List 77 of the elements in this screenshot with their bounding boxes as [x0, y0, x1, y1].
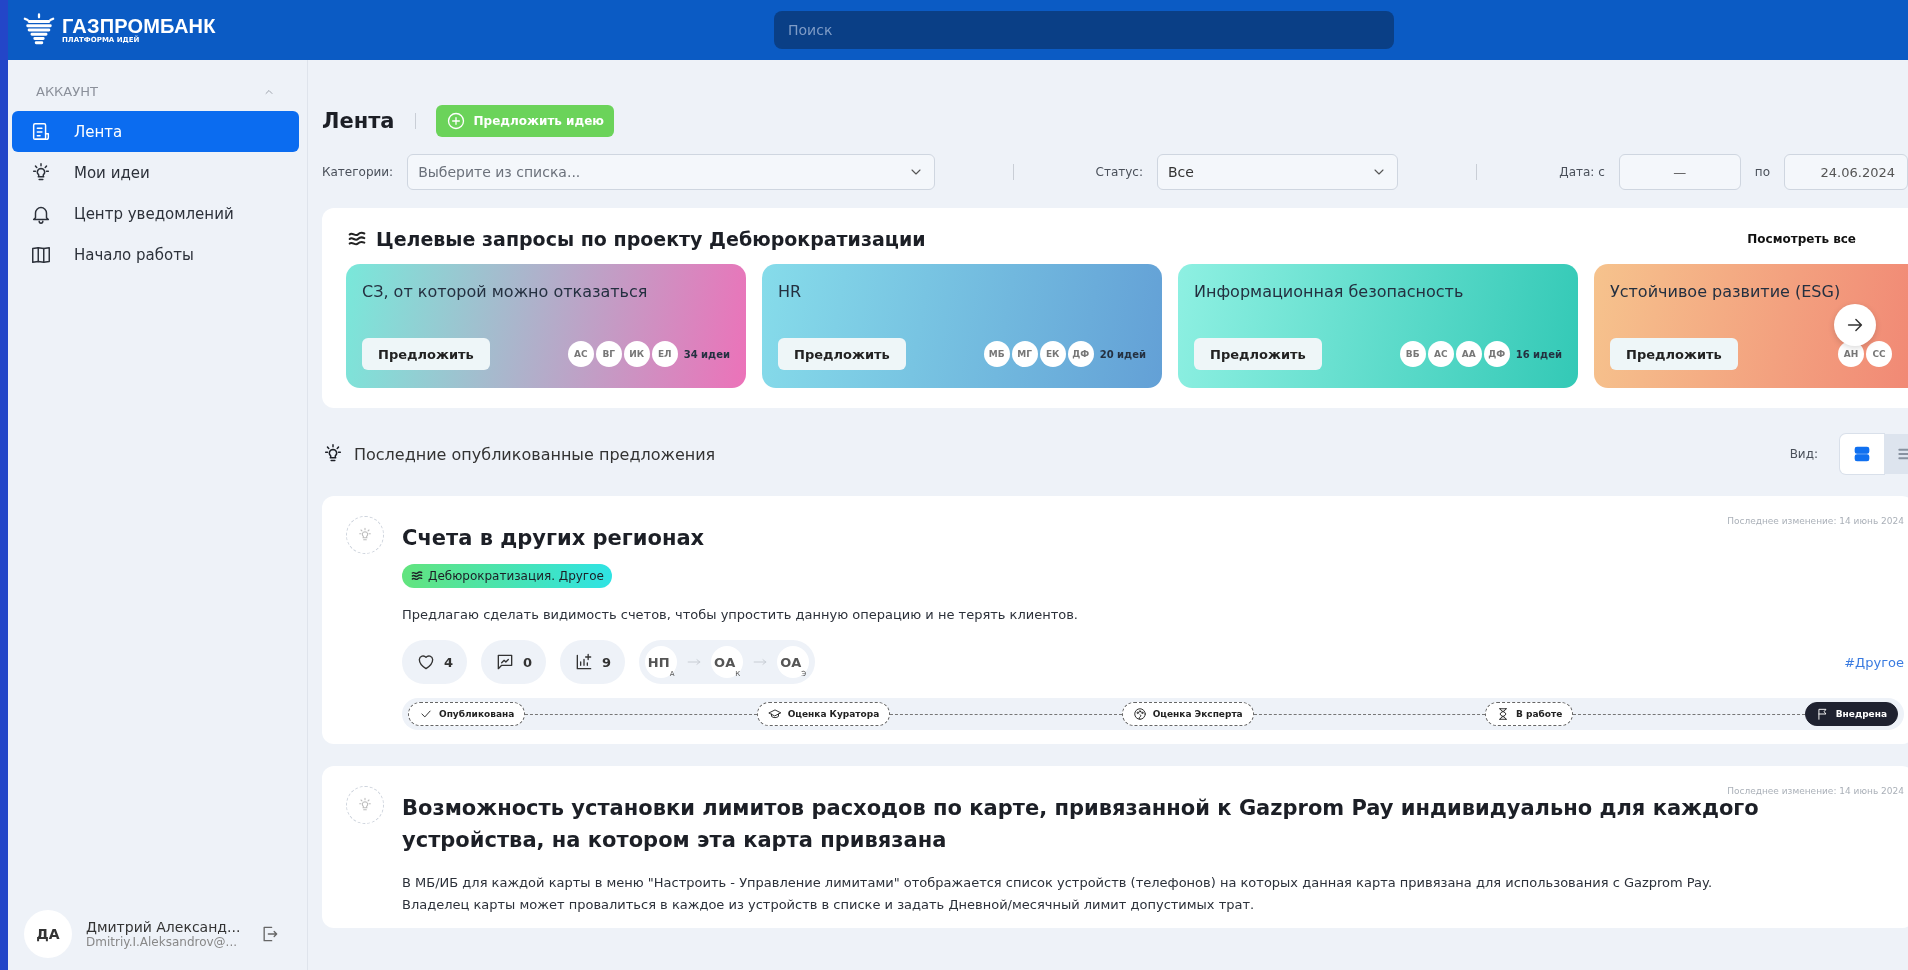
comment-button[interactable]: 0	[481, 640, 547, 684]
date-to-field[interactable]: 24.06.2024	[1784, 154, 1908, 190]
status-step: Опубликована	[408, 702, 526, 726]
idea-description: Владелец карты может провалиться в каждое из устройств в списке и задать Дневной/месячный лимит допустимых трат.	[402, 896, 1256, 914]
idea-description: Предлагаю сделать видимость счетов, чтобы упростить данную операцию и не терять клиентов.	[402, 606, 1079, 624]
filter-label: Дата: с	[1559, 165, 1605, 179]
flag-icon	[1815, 707, 1830, 721]
section-title: Целевые запросы по проекту Дебюрократизации	[376, 228, 927, 250]
topic-card[interactable]: Информационная безопасность Предложить ВБ АС АА ДФ 16 идей	[1178, 264, 1578, 388]
card-title: HR	[778, 282, 803, 301]
propose-button[interactable]: Предложить	[362, 338, 490, 370]
like-button[interactable]: 4	[402, 640, 468, 684]
avatar: МБ	[983, 341, 1010, 367]
user-name: Дмитрий Александ...	[86, 919, 241, 935]
user-email: Dmitriy.I.Aleksandrov@...	[86, 935, 239, 949]
topic-card[interactable]: HR Предложить МБ МГ ЕК ДФ 20 идей	[762, 264, 1162, 388]
filter-label: Категории:	[322, 165, 394, 179]
topic-card[interactable]: Устойчивое развитие (ESG) Предложить АН СС	[1594, 264, 1908, 388]
lightbulb-icon	[357, 797, 373, 813]
avatar: ЕЛ	[651, 341, 678, 367]
cards-icon	[1852, 444, 1872, 464]
idea-count: 16 идей	[1515, 348, 1562, 360]
propose-button[interactable]: Предложить	[1610, 338, 1738, 370]
category-tag[interactable]: Дебюрократизация. Другое	[402, 564, 612, 588]
sidebar-item[interactable]: Мои идеи	[12, 152, 299, 193]
document-icon	[30, 120, 52, 143]
sidebar-item[interactable]: Начало работы	[12, 234, 299, 275]
card-title: СЗ, от которой можно отказаться	[362, 282, 649, 301]
avatar: ЕК	[1039, 341, 1066, 367]
search-field[interactable]: Поиск	[774, 11, 1394, 49]
lightbulb-icon	[357, 527, 373, 543]
avatar: МГ	[1011, 341, 1038, 367]
page-title: Лента	[322, 109, 395, 133]
section-label: АККАУНТ	[36, 84, 98, 99]
last-modified-date: Последнее изменение: 14 июнь 2024	[1727, 516, 1904, 526]
status-step: Внедрена	[1804, 702, 1898, 726]
avatar: ИК	[623, 341, 650, 367]
avatar: АС	[567, 341, 594, 367]
user-avatar: ДА	[24, 910, 72, 958]
view-all-link[interactable]: Посмотреть все	[1747, 232, 1856, 246]
status-dropdown[interactable]: Все	[1157, 154, 1399, 190]
filter-label: по	[1754, 165, 1770, 179]
status-step: В работе	[1485, 702, 1574, 726]
card-title: Информационная безопасность	[1194, 282, 1465, 301]
card-view-button[interactable]	[1840, 434, 1884, 474]
avatar: АС	[1427, 341, 1454, 367]
date-from-field[interactable]: —	[1618, 154, 1741, 190]
avatar: ДФ	[1067, 341, 1094, 367]
palette-icon	[1132, 707, 1147, 721]
stacked-waves-icon	[410, 569, 424, 583]
sidebar-item[interactable]: Центр уведомлений	[12, 193, 299, 234]
heart-icon	[416, 652, 436, 672]
graduation-cap-icon	[767, 707, 782, 721]
filter-label: Статус:	[1095, 165, 1143, 179]
propose-button[interactable]: Предложить	[778, 338, 906, 370]
last-modified-date: Последнее изменение: 14 июнь 2024	[1727, 786, 1904, 796]
idea-description: В МБ/ИБ для каждой карты в меню "Настроить - Управление лимитами" отображается список устройств (телефонов) на которых данная карта привязана для использования с Gazprom Pay.	[402, 874, 1714, 892]
sidebar-item[interactable]: Лента	[12, 111, 299, 152]
avatar: АА	[1455, 341, 1482, 367]
vote-button[interactable]: 9	[560, 640, 626, 684]
hashtag-link[interactable]: #Другое	[1844, 654, 1904, 670]
idea-count: 34 идеи	[683, 348, 730, 360]
card-title: Устойчивое развитие (ESG)	[1610, 282, 1842, 301]
view-label: Вид:	[1789, 447, 1818, 461]
avatar: ВБ	[1399, 341, 1426, 367]
propose-button[interactable]: Предложить	[1194, 338, 1322, 370]
topic-card[interactable]: СЗ, от которой можно отказаться Предложить АС ВГ ИК ЕЛ 34 идеи	[346, 264, 746, 388]
section-title: Последние опубликованные предложения	[354, 444, 716, 464]
status-step: Оценка Эксперта	[1121, 702, 1254, 726]
avatar: ДФ	[1483, 341, 1510, 367]
avatar: ВГ	[595, 341, 622, 367]
avatar: СС	[1866, 341, 1892, 367]
plus-circle-icon	[445, 111, 466, 131]
idea-count: 20 идей	[1099, 348, 1146, 360]
brand-name: ГАЗПРОМБАНК	[62, 15, 216, 36]
categories-dropdown[interactable]: Выберите из списка...	[407, 154, 935, 190]
status-step: Оценка Куратора	[756, 702, 891, 726]
